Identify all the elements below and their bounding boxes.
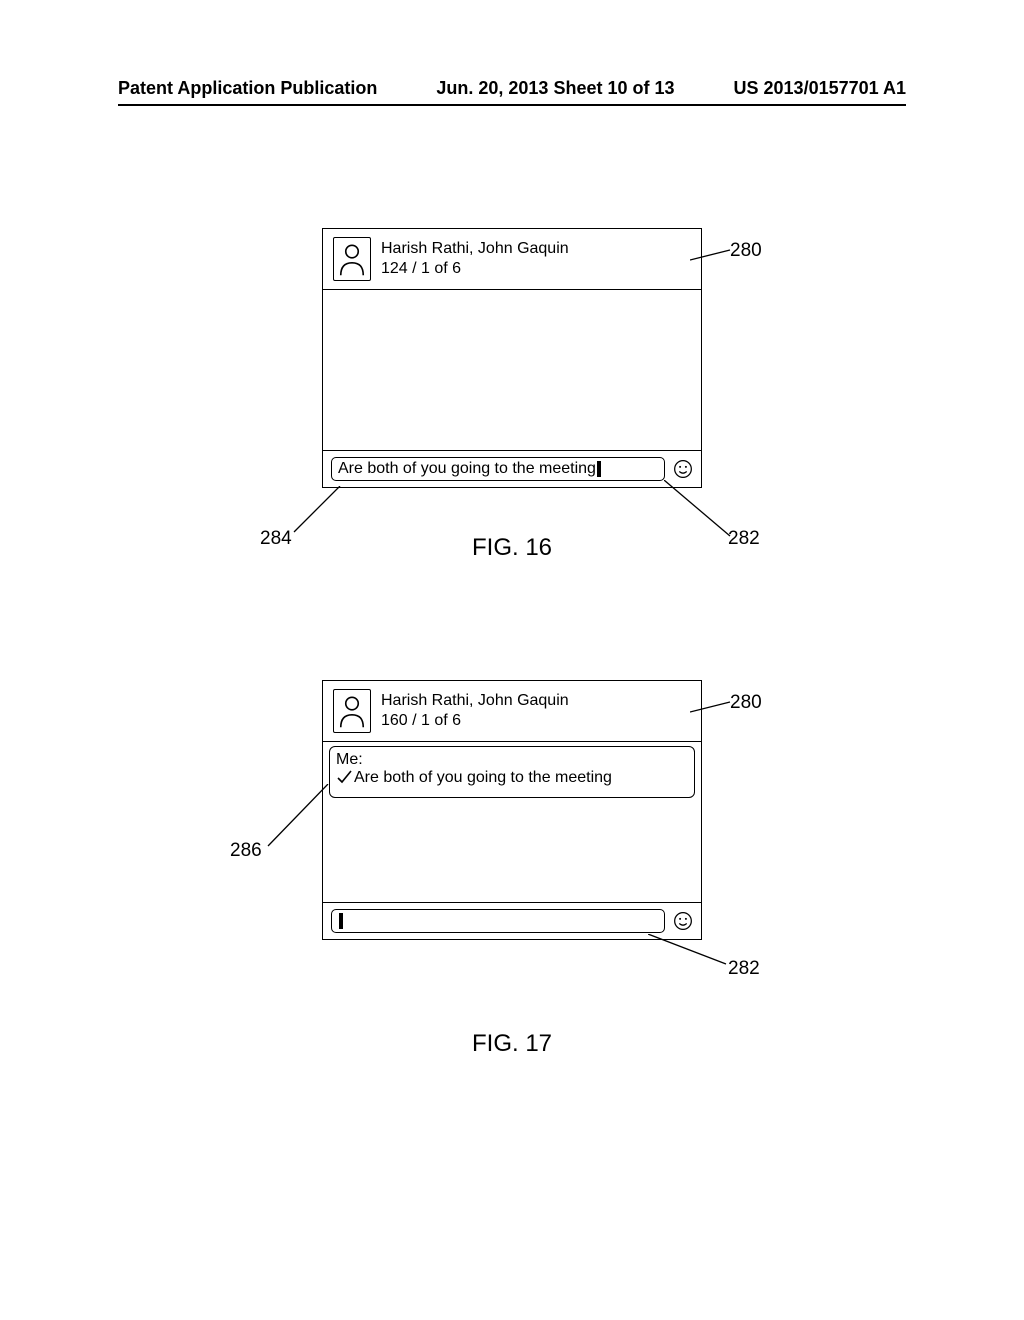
checkmark-icon	[336, 769, 352, 785]
header-left: Patent Application Publication	[118, 78, 377, 99]
callout-282: 282	[728, 958, 760, 980]
participants-line: Harish Rathi, John Gaquin	[381, 239, 569, 259]
text-cursor	[597, 461, 601, 477]
chat-window-header: Harish Rathi, John Gaquin 160 / 1 of 6	[323, 681, 701, 742]
header-rule	[118, 104, 906, 106]
header-right: US 2013/0157701 A1	[734, 78, 906, 99]
emoji-icon[interactable]	[673, 459, 693, 479]
chat-input-row	[323, 902, 701, 939]
figure-16: Harish Rathi, John Gaquin 124 / 1 of 6 A…	[0, 228, 1024, 562]
chat-window: Harish Rathi, John Gaquin 124 / 1 of 6 A…	[322, 228, 702, 488]
chat-window: Harish Rathi, John Gaquin 160 / 1 of 6 M…	[322, 680, 702, 940]
participants-line: Harish Rathi, John Gaquin	[381, 691, 569, 711]
chat-input-row: Are both of you going to the meeting	[323, 450, 701, 487]
figure-caption: FIG. 16	[0, 534, 1024, 562]
message-input[interactable]	[331, 909, 665, 933]
emoji-icon[interactable]	[673, 911, 693, 931]
callout-280: 280	[730, 692, 762, 714]
message-bubble: Me: Are both of you going to the meeting	[329, 746, 695, 798]
text-cursor	[339, 913, 343, 929]
figure-caption: FIG. 17	[0, 1030, 1024, 1058]
avatar-icon	[333, 689, 371, 733]
message-body: Are both of you going to the meeting	[354, 769, 612, 787]
figure-17: Harish Rathi, John Gaquin 160 / 1 of 6 M…	[0, 680, 1024, 1058]
callout-284: 284	[260, 528, 292, 550]
page-header: Patent Application Publication Jun. 20, …	[0, 78, 1024, 99]
callout-282: 282	[728, 528, 760, 550]
chat-message-area: Me: Are both of you going to the meeting	[323, 742, 701, 902]
avatar-icon	[333, 237, 371, 281]
message-sender: Me:	[336, 751, 688, 769]
chat-window-header: Harish Rathi, John Gaquin 124 / 1 of 6	[323, 229, 701, 290]
message-input[interactable]: Are both of you going to the meeting	[331, 457, 665, 481]
callout-286: 286	[230, 840, 262, 862]
counter-line: 124 / 1 of 6	[381, 259, 569, 279]
message-input-text: Are both of you going to the meeting	[338, 460, 596, 478]
header-center: Jun. 20, 2013 Sheet 10 of 13	[436, 78, 674, 99]
callout-280: 280	[730, 240, 762, 262]
counter-line: 160 / 1 of 6	[381, 711, 569, 731]
chat-message-area	[323, 290, 701, 450]
